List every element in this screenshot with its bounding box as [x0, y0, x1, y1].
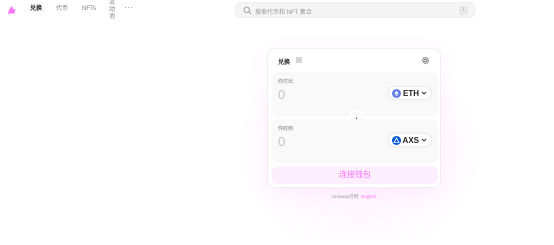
sell-amount-input[interactable]: 0	[278, 87, 285, 102]
footer-text: Uniswap可用:	[331, 194, 360, 199]
footer: Uniswap可用: English	[267, 194, 441, 200]
sell-token-selector[interactable]: ETH	[388, 86, 432, 100]
axs-icon	[391, 135, 401, 145]
nav-pool[interactable]: 流 动 池	[108, 0, 116, 21]
buy-token-selector[interactable]: AXS	[387, 133, 432, 147]
uniswap-logo-icon[interactable]	[6, 4, 18, 16]
sell-token-symbol: ETH	[403, 88, 419, 98]
nav-tokens[interactable]: 代币	[56, 6, 68, 13]
top-nav: 兑换 代币 NFTs 流 动 池 ··· 搜索代币和 NFT 集合 /	[0, 0, 554, 24]
eth-icon	[392, 88, 401, 98]
search-icon	[243, 6, 252, 15]
chevron-down-icon	[421, 138, 427, 142]
buy-token-symbol: AXS	[402, 135, 419, 145]
search-bar[interactable]: 搜索代币和 NFT 集合 /	[235, 2, 475, 18]
tab-swap[interactable]: 兑换	[278, 57, 290, 66]
nav-pool-char: 动	[108, 7, 115, 13]
connect-wallet-button[interactable]: 连接钱包	[272, 166, 438, 184]
search-input[interactable]: 搜索代币和 NFT 集合	[255, 7, 312, 16]
buy-amount-input[interactable]: 0	[278, 134, 285, 149]
chevron-down-icon	[421, 91, 427, 95]
more-menu-button[interactable]: ···	[124, 3, 134, 12]
search-shortcut-badge: /	[459, 6, 468, 15]
nav-pool-char: 流	[108, 0, 115, 6]
buy-label: 你收到	[278, 126, 294, 132]
buy-panel: 你收到 0 AXS	[272, 119, 438, 163]
swap-card: 兑换 你付出 0 ETH 你收到 0 AXS 连接钱包	[267, 48, 441, 188]
nav-swap[interactable]: 兑换	[30, 6, 42, 13]
nav-pool-char: 池	[108, 14, 115, 20]
language-link[interactable]: English	[361, 194, 376, 199]
gear-icon[interactable]	[421, 56, 430, 65]
sell-label: 你付出	[278, 79, 294, 85]
swap-card-header: 兑换	[278, 56, 432, 67]
nav-nfts[interactable]: NFTs	[82, 6, 96, 13]
filter-icon[interactable]	[295, 56, 303, 64]
